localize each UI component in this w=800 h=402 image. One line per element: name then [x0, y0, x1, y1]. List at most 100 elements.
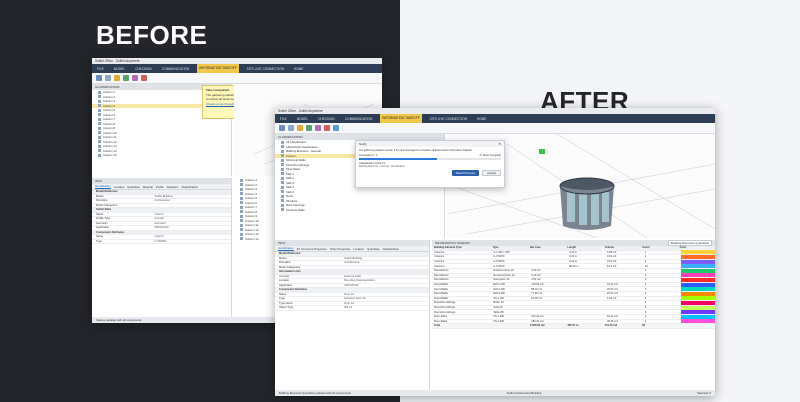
table-cell: 4.52 m2 — [531, 278, 541, 282]
menu-tab[interactable]: CHECKING — [133, 67, 154, 71]
ruler-icon[interactable] — [315, 125, 321, 131]
grid-icon[interactable] — [306, 125, 312, 131]
tree-item[interactable]: Column 15 — [92, 153, 231, 158]
info-tab[interactable]: Classification — [383, 247, 399, 251]
node-icon — [98, 108, 101, 112]
node-icon — [281, 208, 284, 212]
grid-icon[interactable] — [123, 75, 129, 81]
checkbox-label: Show Complete — [482, 154, 501, 157]
info-tab[interactable]: Identification — [95, 184, 111, 189]
info-tab[interactable]: Quantities — [367, 247, 380, 251]
menu-tab[interactable]: CHECKING — [316, 117, 337, 121]
table-cell: 24.12 m3 — [606, 283, 618, 287]
property-key: Model — [279, 256, 287, 260]
column-header[interactable]: Color — [678, 246, 715, 249]
tree-item-label: Doors — [286, 194, 294, 199]
menu-tab[interactable]: INFORMATION TAKEOFF — [380, 114, 422, 123]
table-cell: Sofa 2A — [493, 306, 503, 310]
tree-item-label: Slab 3 — [286, 180, 294, 185]
notify-dialog: Notify ✕ Are gathering statistic results… — [355, 140, 505, 188]
info-tab[interactable]: Location — [353, 247, 364, 251]
open-icon[interactable] — [96, 75, 102, 81]
filter-icon[interactable] — [114, 75, 120, 81]
save-icon[interactable] — [288, 125, 294, 131]
camera-icon[interactable] — [333, 125, 339, 131]
filter-icon[interactable] — [297, 125, 303, 131]
node-icon — [98, 90, 101, 94]
info-tab[interactable]: Quantities — [127, 185, 140, 189]
right-list-label: Column 10 — [245, 218, 259, 223]
menu-tab[interactable]: HOME — [475, 117, 489, 121]
column-header[interactable]: Length — [565, 246, 602, 249]
selected-count: Selected: 0 — [696, 391, 711, 395]
menu-tab[interactable]: MODEL — [295, 117, 310, 121]
table-cell: 6.43 m3 — [606, 296, 617, 300]
after-window-title: Solibri Office - Solibri Anywhere — [278, 109, 323, 113]
node-icon — [98, 153, 101, 157]
column-header[interactable]: Type — [491, 246, 528, 249]
menu-tab[interactable]: HOME — [292, 67, 306, 71]
cancel-button[interactable]: Cancel — [482, 170, 501, 176]
column-header[interactable]: Net Area — [528, 246, 565, 249]
info-tab[interactable]: Location — [114, 185, 125, 189]
chart-icon[interactable] — [141, 75, 147, 81]
table-cell: Columns — [434, 250, 445, 254]
node-icon — [98, 135, 101, 139]
tree-item[interactable]: Furniture Walls — [275, 208, 444, 213]
tree-item-label: Column 7 — [103, 117, 115, 122]
menu-tab[interactable]: COMMUNICATION — [160, 67, 191, 71]
menu-tab[interactable]: FILE — [95, 67, 106, 71]
info-tab[interactable]: ID: Occurrent Properties — [297, 247, 327, 251]
property-key: Application — [96, 226, 110, 230]
qto-filter[interactable]: Building Elements Quantities — [667, 240, 712, 246]
column-header[interactable]: Volume — [603, 246, 640, 249]
tree-item-label: Roof Openings — [286, 203, 305, 208]
property-value: Architectural — [344, 261, 360, 265]
color-swatch — [680, 273, 715, 278]
column-header[interactable]: Building Element Type — [432, 246, 491, 249]
save-icon[interactable] — [105, 75, 111, 81]
info-tab[interactable]: Identification — [278, 246, 294, 251]
menu-tab[interactable]: SITE LIVE CONNECTION — [428, 117, 469, 121]
info-tab[interactable]: Relations — [167, 185, 179, 189]
tree-item-label: Slab 4 — [286, 185, 294, 190]
node-icon — [98, 149, 101, 153]
table-cell: FS-2 250 — [493, 319, 505, 323]
menu-tab[interactable]: INFORMATION TAKEOFF — [197, 64, 239, 73]
open-icon[interactable] — [279, 125, 285, 131]
color-swatch — [680, 296, 715, 301]
table-cell: FS-1 300 — [493, 315, 505, 319]
tree-item-label: Furniture Walls — [286, 207, 305, 212]
color-swatch — [680, 287, 715, 292]
column-header[interactable]: Count — [640, 246, 677, 249]
table-cell: Columns — [434, 255, 445, 259]
property-key: Model Categories — [279, 265, 301, 269]
tree-item-label: Column 11 — [103, 135, 117, 140]
info-tab[interactable]: Material — [143, 185, 153, 189]
menu-tab[interactable]: FILE — [278, 117, 289, 121]
menu-tab[interactable]: SITE LIVE CONNECTION — [245, 67, 286, 71]
info-tab[interactable]: Other Properties — [330, 247, 351, 251]
property-key: Discipline — [96, 199, 108, 203]
menu-tab[interactable]: COMMUNICATION — [343, 117, 374, 121]
takeoff-preview-button[interactable]: Takeoff Preview — [451, 170, 480, 176]
ruler-icon[interactable] — [132, 75, 138, 81]
table-cell: Doors/Walls — [434, 283, 448, 287]
qto-total-row: Total 2,308.69 m2 487.07 m 411.25 m3 65 — [432, 324, 715, 329]
property-key: Component Attributes — [96, 230, 125, 234]
table-cell: Doors/Walls — [434, 296, 448, 300]
menu-tab[interactable]: MODEL — [112, 67, 127, 71]
rotunda-model[interactable] — [559, 177, 615, 230]
info-tab[interactable]: Profile — [156, 185, 164, 189]
table-cell: 88.10 m2 — [531, 287, 543, 291]
show-complete-checkbox[interactable]: ☑ Show Complete — [480, 154, 501, 157]
table-cell: EW-4 300 — [493, 292, 505, 296]
property-value: Boundary Representation — [344, 279, 375, 283]
table-cell: 3.10 m — [569, 255, 578, 259]
table-cell: 4 — [644, 283, 647, 287]
node-icon — [281, 199, 284, 203]
chart-icon[interactable] — [324, 125, 330, 131]
tree-item-label: Column 4 — [103, 103, 115, 108]
info-tab[interactable]: Classification — [181, 185, 197, 189]
close-icon[interactable]: ✕ — [498, 142, 501, 146]
